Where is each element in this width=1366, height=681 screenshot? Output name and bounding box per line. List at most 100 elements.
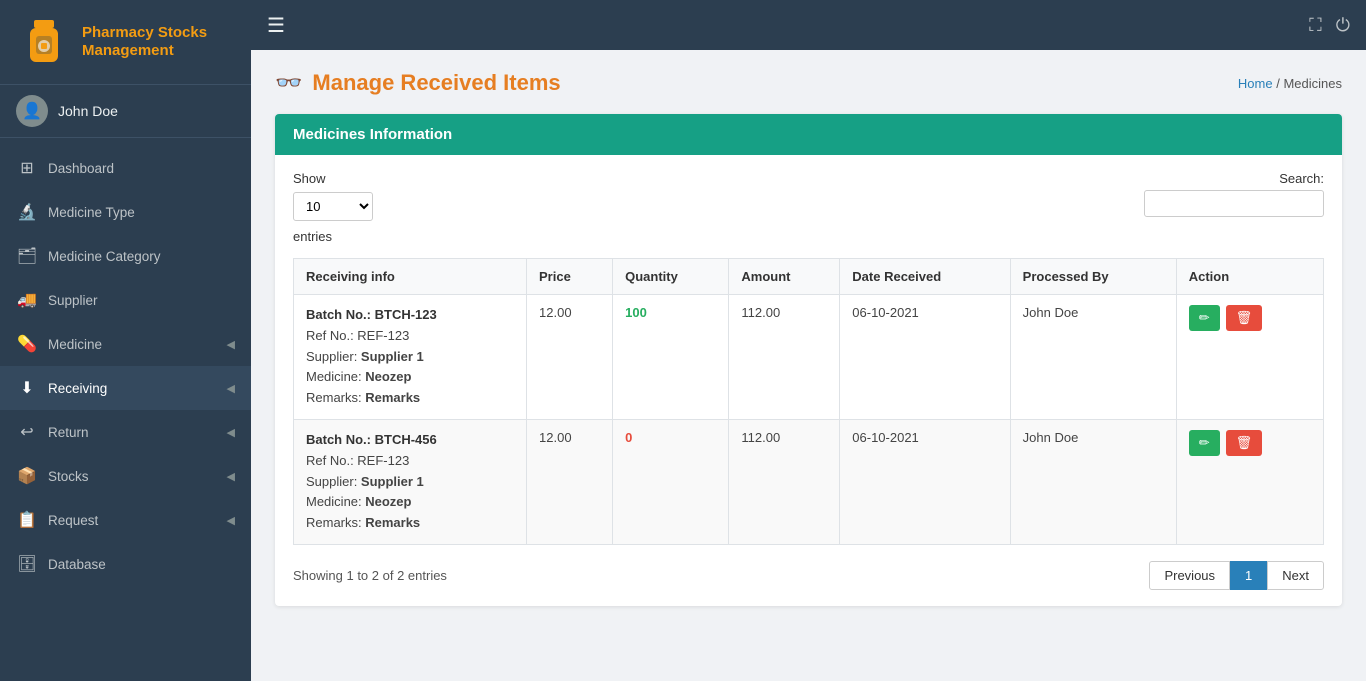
logo-icon (16, 14, 72, 70)
search-label: Search: (1279, 171, 1324, 186)
cell-price-1: 12.00 (527, 295, 613, 420)
cell-processed-by-2: John Doe (1010, 419, 1176, 544)
topbar-right: ⛶ ⏻ (1309, 15, 1350, 36)
topbar: ☰ ⛶ ⏻ (251, 0, 1366, 50)
medicine-arrow-icon: ◀ (227, 338, 235, 351)
search-input[interactable] (1144, 190, 1324, 217)
sidebar-label-stocks: Stocks (48, 469, 227, 484)
dashboard-icon: ⊞ (16, 157, 38, 179)
cell-receiving-info-2: Batch No.: BTCH-456 Ref No.: REF-123 Sup… (294, 419, 527, 544)
col-action: Action (1176, 259, 1323, 295)
receiving-info-cell-1: Batch No.: BTCH-123 Ref No.: REF-123 Sup… (306, 305, 514, 409)
user-name: John Doe (58, 103, 118, 119)
showing-text: Showing 1 to 2 of 2 entries (293, 568, 447, 583)
sidebar-item-medicine[interactable]: 💊 Medicine ◀ (0, 322, 251, 366)
cell-processed-by-1: John Doe (1010, 295, 1176, 420)
entries-label: entries (293, 229, 373, 244)
action-buttons-2: ✏ 🗑 (1189, 430, 1311, 456)
card-body: Show 10 25 50 100 entries Search: (275, 155, 1342, 606)
table-head: Receiving info Price Quantity Amount Dat… (294, 259, 1324, 295)
medicine-2: Medicine: Neozep (306, 492, 514, 513)
sidebar-label-receiving: Receiving (48, 381, 227, 396)
sidebar-label-medicine-type: Medicine Type (48, 205, 235, 220)
sidebar-logo: Pharmacy Stocks Management (0, 0, 251, 85)
cell-quantity-1: 100 (613, 295, 729, 420)
cell-date-1: 06-10-2021 (840, 295, 1010, 420)
sidebar-item-database[interactable]: 🗄 Database (0, 542, 251, 586)
power-icon[interactable]: ⏻ (1336, 15, 1350, 36)
breadcrumb-current: Medicines (1283, 76, 1342, 91)
previous-button[interactable]: Previous (1149, 561, 1230, 590)
cell-quantity-2: 0 (613, 419, 729, 544)
controls-row: Show 10 25 50 100 entries Search: (293, 171, 1324, 244)
edit-button-1[interactable]: ✏ (1189, 305, 1220, 331)
cell-action-1: ✏ 🗑 (1176, 295, 1323, 420)
pagination: Previous 1 Next (1149, 561, 1324, 590)
breadcrumb: Home / Medicines (1238, 76, 1342, 91)
logo-text2: Management (82, 42, 207, 60)
content-area: 👓 Manage Received Items Home / Medicines… (251, 50, 1366, 681)
remarks-1: Remarks: Remarks (306, 388, 514, 409)
nav-menu: ⊞ Dashboard 🔬 Medicine Type 🗂 Medicine C… (0, 138, 251, 681)
sidebar-item-medicine-type[interactable]: 🔬 Medicine Type (0, 190, 251, 234)
sidebar-item-stocks[interactable]: 📦 Stocks ◀ (0, 454, 251, 498)
medicines-table: Receiving info Price Quantity Amount Dat… (293, 258, 1324, 545)
show-select[interactable]: 10 25 50 100 (293, 192, 373, 221)
cell-receiving-info-1: Batch No.: BTCH-123 Ref No.: REF-123 Sup… (294, 295, 527, 420)
delete-button-1[interactable]: 🗑 (1226, 305, 1263, 331)
sidebar-item-request[interactable]: 📋 Request ◀ (0, 498, 251, 542)
medicine-category-icon: 🗂 (16, 245, 38, 267)
sidebar-label-medicine-category: Medicine Category (48, 249, 235, 264)
page-header: 👓 Manage Received Items Home / Medicines (275, 70, 1342, 96)
show-label: Show (293, 171, 373, 186)
sidebar-item-receiving[interactable]: ⬇ Receiving ◀ (0, 366, 251, 410)
sidebar: Pharmacy Stocks Management 👤 John Doe ⊞ … (0, 0, 251, 681)
medicine-icon: 💊 (16, 333, 38, 355)
remarks-2: Remarks: Remarks (306, 513, 514, 534)
sidebar-item-medicine-category[interactable]: 🗂 Medicine Category (0, 234, 251, 278)
request-arrow-icon: ◀ (227, 514, 235, 527)
return-arrow-icon: ◀ (227, 426, 235, 439)
supplier-icon: 🚚 (16, 289, 38, 311)
cell-price-2: 12.00 (527, 419, 613, 544)
show-section: Show 10 25 50 100 entries (293, 171, 373, 244)
sidebar-label-request: Request (48, 513, 227, 528)
supplier-1: Supplier: Supplier 1 (306, 347, 514, 368)
sidebar-item-dashboard[interactable]: ⊞ Dashboard (0, 146, 251, 190)
edit-button-2[interactable]: ✏ (1189, 430, 1220, 456)
delete-button-2[interactable]: 🗑 (1226, 430, 1263, 456)
breadcrumb-home[interactable]: Home (1238, 76, 1273, 91)
return-icon: ↩ (16, 421, 38, 443)
sidebar-label-dashboard: Dashboard (48, 161, 235, 176)
hamburger-icon[interactable]: ☰ (267, 13, 285, 38)
next-button[interactable]: Next (1267, 561, 1324, 590)
request-icon: 📋 (16, 509, 38, 531)
pagination-row: Showing 1 to 2 of 2 entries Previous 1 N… (293, 561, 1324, 590)
search-section: Search: (1144, 171, 1324, 217)
receiving-icon: ⬇ (16, 377, 38, 399)
fullscreen-icon[interactable]: ⛶ (1309, 15, 1322, 36)
page-title: 👓 Manage Received Items (275, 70, 561, 96)
page-title-text: Manage Received Items (312, 70, 560, 96)
stocks-arrow-icon: ◀ (227, 470, 235, 483)
batch-no-1: Batch No.: BTCH-123 (306, 305, 514, 326)
batch-no-2: Batch No.: BTCH-456 (306, 430, 514, 451)
sidebar-label-supplier: Supplier (48, 293, 235, 308)
sidebar-item-supplier[interactable]: 🚚 Supplier (0, 278, 251, 322)
action-buttons-1: ✏ 🗑 (1189, 305, 1311, 331)
col-amount: Amount (729, 259, 840, 295)
logo-text: Pharmacy Stocks (82, 24, 207, 42)
sidebar-item-return[interactable]: ↩ Return ◀ (0, 410, 251, 454)
stocks-icon: 📦 (16, 465, 38, 487)
page-title-icon: 👓 (275, 70, 302, 96)
table-row: Batch No.: BTCH-456 Ref No.: REF-123 Sup… (294, 419, 1324, 544)
card-header: Medicines Information (275, 114, 1342, 155)
medicines-card: Medicines Information Show 10 25 50 100 … (275, 114, 1342, 606)
col-processed-by: Processed By (1010, 259, 1176, 295)
sidebar-label-database: Database (48, 557, 235, 572)
medicine-type-icon: 🔬 (16, 201, 38, 223)
page-1-button[interactable]: 1 (1230, 561, 1267, 590)
col-receiving-info: Receiving info (294, 259, 527, 295)
table-body: Batch No.: BTCH-123 Ref No.: REF-123 Sup… (294, 295, 1324, 545)
col-quantity: Quantity (613, 259, 729, 295)
